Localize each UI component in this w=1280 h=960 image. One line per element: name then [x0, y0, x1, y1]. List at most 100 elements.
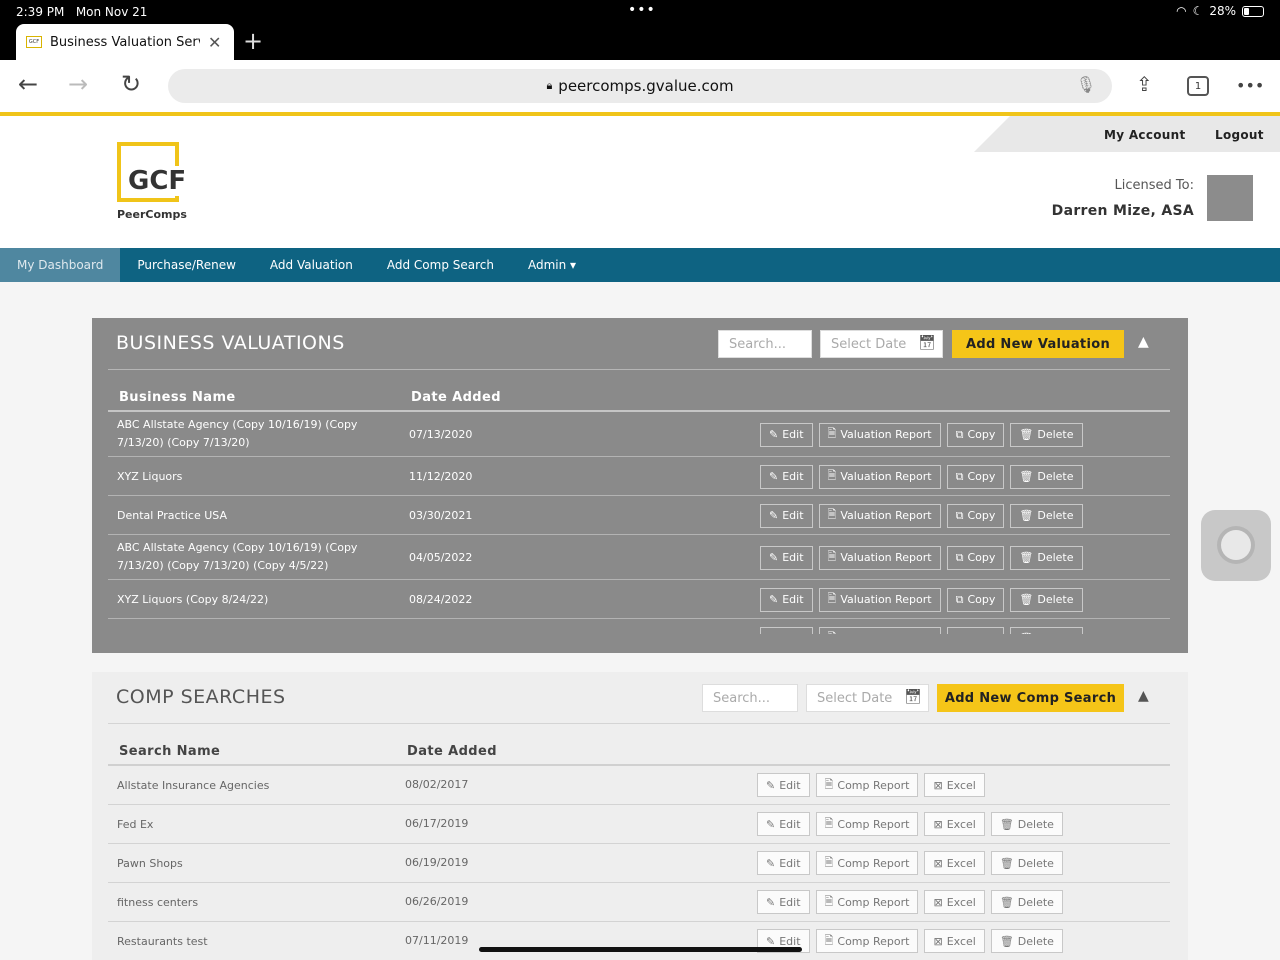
edit-button[interactable]: ✎Edit [760, 422, 813, 447]
browser-tab[interactable]: GCF Business Valuation Servic ✕ [16, 24, 234, 60]
trash-icon: 🗑︎ [1019, 551, 1034, 564]
edit-button[interactable]: ✎Edit [760, 587, 813, 612]
copy-button[interactable]: ⧉Copy [946, 503, 1005, 528]
button-label: Edit [782, 551, 804, 564]
date-added: 10/13/2022 [409, 632, 472, 635]
edit-button[interactable]: ✎Edit [760, 464, 813, 489]
valuations-date-input[interactable]: Select Date 📅︎ [820, 330, 943, 358]
button-label: Delete [1037, 509, 1074, 522]
button-label: Excel [946, 934, 976, 948]
business-name: ABC Allstate Agency (Copy 10/16/19) (Cop… [117, 541, 358, 572]
valuation-report-button[interactable]: 🗎︎Valuation Report [818, 587, 941, 612]
comp-report-button[interactable]: 🗎︎ Comp Report [815, 773, 919, 797]
comp-report-button[interactable]: 🗎︎ Comp Report [815, 812, 919, 836]
reload-icon[interactable]: ↻ [121, 70, 141, 98]
assistive-touch-button[interactable] [1201, 510, 1271, 581]
copy-button[interactable]: ⧉Copy [946, 587, 1005, 612]
copy-button[interactable]: ⧉Copy [946, 545, 1005, 570]
gcf-logo[interactable]: GCF [117, 142, 189, 206]
valuation-report-button[interactable]: 🗎︎Valuation Report [818, 503, 941, 528]
date-added: 07/11/2019 [405, 934, 469, 947]
nav-add-comp-search[interactable]: Add Comp Search [370, 248, 511, 282]
new-tab-icon[interactable]: + [243, 27, 263, 55]
delete-button[interactable]: 🗑︎Delete [1010, 587, 1083, 612]
delete-button[interactable]: 🗑︎Delete [990, 812, 1063, 836]
copy-button[interactable]: ⧉Copy [946, 422, 1005, 447]
valuations-title: BUSINESS VALUATIONS [116, 332, 345, 354]
button-label: Delete [1037, 593, 1074, 606]
button-label: Delete [1017, 895, 1054, 909]
logout-link[interactable]: Logout [1215, 128, 1264, 142]
collapse-caret-icon[interactable]: ▲ [1138, 334, 1149, 350]
valuations-search-input[interactable]: Search... [718, 330, 812, 358]
edit-button[interactable]: ✎Edit [757, 890, 810, 914]
copy-button[interactable]: ⧉Copy [946, 626, 1005, 634]
delete-button[interactable]: 🗑︎Delete [1010, 626, 1083, 634]
excel-button[interactable]: ⊠ Excel [924, 890, 985, 914]
edit-button[interactable]: ✎Edit [760, 503, 813, 528]
business-name: Test [117, 630, 377, 634]
comps-search-input[interactable]: Search... [702, 684, 798, 712]
excel-button[interactable]: ⊠ Excel [924, 812, 985, 836]
button-label: Delete [1037, 428, 1074, 441]
logo-subtitle: PeerComps [117, 208, 187, 221]
button-label: Comp Report [837, 856, 910, 870]
button-label: Copy [967, 509, 996, 522]
comps-table: Search Name Date Added Allstate Insuranc… [108, 728, 1170, 960]
nav-admin[interactable]: Admin ▾ [511, 248, 593, 282]
comps-date-input[interactable]: Select Date 📅︎ [806, 684, 929, 712]
add-new-comp-search-button[interactable]: Add New Comp Search [937, 684, 1124, 712]
table-row: Dental Practice USA 03/30/2021 ✎ Edit 🗎︎ Valu… [108, 496, 1170, 535]
edit-button[interactable]: ✎Edit [757, 851, 810, 875]
valuation-report-button[interactable]: 🗎︎Valuation Report [818, 464, 941, 489]
address-bar[interactable]: 🔒︎ peercomps.gvalue.com 🎙︎ [168, 69, 1112, 103]
delete-button[interactable]: 🗑︎Delete [990, 851, 1063, 875]
collapse-caret-icon[interactable]: ▲ [1138, 688, 1149, 704]
valuation-report-button[interactable]: 🗎︎Valuation Report [818, 545, 941, 570]
trash-icon: 🗑︎ [1019, 428, 1034, 441]
calendar-icon[interactable]: 📅︎ [918, 335, 936, 351]
delete-button[interactable]: 🗑︎Delete [1010, 545, 1083, 570]
button-label: Comp Report [837, 934, 910, 948]
delete-button[interactable]: 🗑︎Delete [990, 929, 1063, 953]
lock-icon: 🔒︎ [546, 79, 553, 92]
delete-button[interactable]: 🗑︎Delete [1010, 422, 1083, 447]
edit-button[interactable]: ✎Edit [757, 812, 810, 836]
multitask-dots-icon[interactable]: ••• [628, 2, 656, 18]
comp-report-button[interactable]: 🗎︎ Comp Report [815, 890, 919, 914]
edit-button[interactable]: ✎Edit [760, 545, 813, 570]
tab-overview-icon[interactable]: 1 [1187, 76, 1209, 96]
back-icon[interactable]: ← [18, 70, 38, 98]
valuation-report-button[interactable]: 🗎︎Valuation Report [818, 422, 941, 447]
my-account-link[interactable]: My Account [1104, 128, 1186, 142]
forward-icon[interactable]: → [68, 70, 88, 98]
table-row: Pawn Shops 06/19/2019 ✎ Edit 🗎︎ Comp Report ⊠ E… [108, 844, 1170, 883]
microphone-icon[interactable]: 🎙︎ [1076, 75, 1096, 94]
comp-report-button[interactable]: 🗎︎ Comp Report [815, 851, 919, 875]
add-new-valuation-button[interactable]: Add New Valuation [952, 330, 1124, 358]
nav-add-valuation[interactable]: Add Valuation [253, 248, 370, 282]
excel-button[interactable]: ⊠ Excel [924, 851, 985, 875]
edit-button[interactable]: ✎Edit [760, 626, 813, 634]
delete-button[interactable]: 🗑︎Delete [1010, 503, 1083, 528]
copy-button[interactable]: ⧉Copy [946, 464, 1005, 489]
comp-report-button[interactable]: 🗎︎ Comp Report [815, 929, 919, 953]
button-label: Edit [779, 856, 801, 870]
row-actions: ✎ Edit 🗎︎ Comp Report ⊠ Excel 🗑︎ Delete [757, 812, 1063, 836]
button-label: Edit [782, 470, 804, 483]
calendar-icon[interactable]: 📅︎ [904, 689, 922, 705]
share-icon[interactable]: ⇪ [1136, 72, 1153, 96]
nav-my-dashboard[interactable]: My Dashboard [0, 248, 121, 282]
delete-button[interactable]: 🗑︎Delete [1010, 464, 1083, 489]
more-icon[interactable]: ••• [1236, 76, 1264, 95]
close-tab-icon[interactable]: ✕ [208, 33, 221, 52]
excel-button[interactable]: ⊠ Excel [924, 929, 985, 953]
divider [108, 369, 1170, 370]
button-label: Copy [967, 428, 996, 441]
valuation-report-button[interactable]: 🗎︎Valuation Report [818, 626, 941, 634]
business-name: XYZ Liquors (Copy 8/24/22) [117, 593, 269, 606]
excel-button[interactable]: ⊠ Excel [924, 773, 985, 797]
delete-button[interactable]: 🗑︎Delete [990, 890, 1063, 914]
nav-purchase-renew[interactable]: Purchase/Renew [120, 248, 253, 282]
edit-button[interactable]: ✎Edit [757, 773, 810, 797]
